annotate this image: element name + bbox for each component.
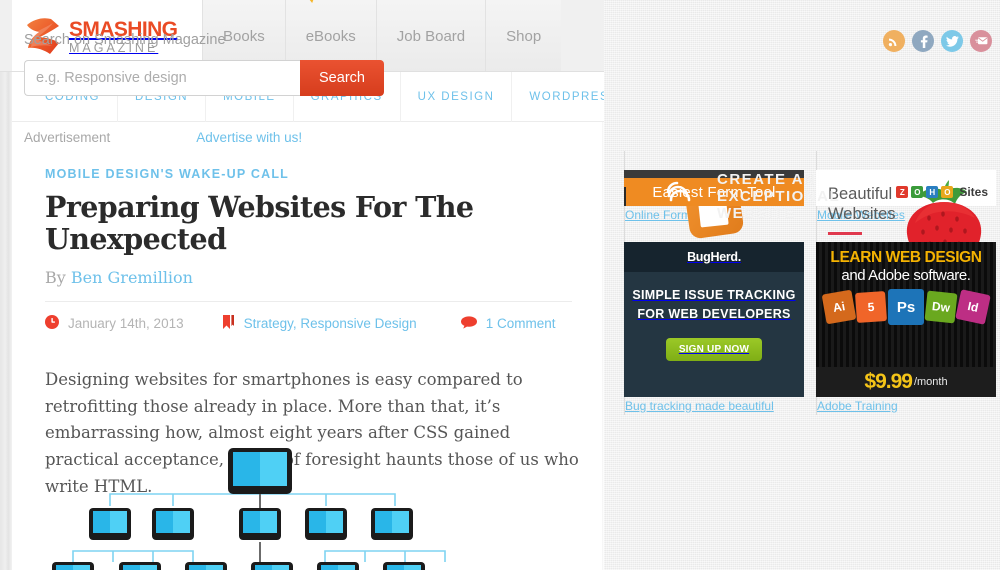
html5-icon: 5 <box>854 290 888 324</box>
facebook-icon[interactable] <box>912 30 934 52</box>
ad-row-bottom: BugHerd. SIMPLE ISSUE TRACKING FOR WEB D… <box>624 223 996 415</box>
adobe-product-icons: Ai 5 Ps Dw Id <box>820 287 992 327</box>
adobe-creative: LEARN WEB DESIGN and Adobe software. Ai … <box>816 242 996 397</box>
page-left-gutter <box>0 0 12 570</box>
comments-link[interactable]: 1 Comment <box>486 316 556 331</box>
zoho-creative: Beautiful Websites Z O H O Sites <box>816 170 996 266</box>
rss-icon[interactable] <box>883 30 905 52</box>
article-categories[interactable]: Strategy, Responsive Design <box>244 316 417 331</box>
adobe-price-bar: $9.99 /month <box>816 366 996 397</box>
ad-squarespace[interactable]: CREATE AN EXCEPTIONAL WEBSITE <box>624 171 838 222</box>
topnav-label: Shop <box>506 27 542 45</box>
page-title: Preparing Websites For The Unexpected <box>45 190 474 256</box>
meta-comments-group: 1 Comment <box>460 316 556 332</box>
article-byline: By Ben Gremillion <box>45 268 604 287</box>
tree-node-level3 <box>52 562 425 570</box>
bugherd-copy: SIMPLE ISSUE TRACKING FOR WEB DEVELOPERS <box>624 286 804 325</box>
zoho-chip-1: Z <box>896 186 909 198</box>
zoho-brand-lockup: Z O H O Sites <box>896 185 988 199</box>
advertisement-header: Advertisement Advertise with us! <box>24 130 384 145</box>
illustrator-icon: Ai <box>821 289 857 325</box>
newsletter-icon[interactable] <box>970 30 992 52</box>
clock-icon <box>45 315 59 332</box>
adobe-headline-line2: and Adobe software. <box>841 267 971 284</box>
zoho-chip-4: O <box>941 186 954 198</box>
ad-adobe-training[interactable]: LEARN WEB DESIGN and Adobe software. Ai … <box>816 223 996 415</box>
search-input[interactable] <box>24 60 300 96</box>
ad-cell-adobe: LEARN WEB DESIGN and Adobe software. Ai … <box>816 223 996 415</box>
search-label: Search on Smashing Magazine <box>24 32 226 48</box>
bugherd-brand: BugHerd. <box>624 242 804 272</box>
byline-prefix: By <box>45 267 66 287</box>
topnav-label: eBooks <box>305 27 356 45</box>
advertisement-label: Advertisement <box>24 130 111 145</box>
topnav-item-job-board[interactable]: Job Board <box>375 0 486 72</box>
ad-cell-zoho: Beautiful Websites Z O H O Sites Mobile … <box>816 151 996 266</box>
bugherd-cta-button[interactable]: SIGN UP NOW <box>666 337 762 361</box>
mascot-icon <box>306 0 360 24</box>
ad-caption-adobe[interactable]: Adobe Training <box>817 399 898 413</box>
topnav-item-shop[interactable]: Shop <box>485 0 562 72</box>
topnav-label: Job Board <box>396 27 466 45</box>
photoshop-icon: Ps <box>888 289 924 325</box>
ad-bugherd[interactable]: BugHerd. SIMPLE ISSUE TRACKING FOR WEB D… <box>624 223 804 415</box>
advertise-with-us-link[interactable]: Advertise with us! <box>196 130 302 145</box>
catnav-label: UX DESIGN <box>417 90 495 103</box>
social-links <box>883 30 992 52</box>
adobe-headline-line1: LEARN WEB DESIGN <box>830 249 982 266</box>
article-kicker: MOBILE DESIGN'S WAKE-UP CALL <box>45 167 289 181</box>
bugherd-copy-line2: FOR WEB DEVELOPERS <box>637 307 791 322</box>
tree-node-level2 <box>89 508 413 540</box>
tree-node-root <box>228 448 292 494</box>
adobe-price: $9.99 <box>864 369 913 393</box>
indesign-icon: Id <box>955 289 991 325</box>
comment-icon <box>460 316 477 332</box>
search-button[interactable]: Search <box>300 60 384 96</box>
search-form: Search <box>24 60 384 96</box>
advertisement-area: JotForm Easiest Form Tool Online Form Bu… <box>624 151 996 415</box>
article-meta: January 14th, 2013 Strategy, Responsive … <box>45 314 604 333</box>
author-link[interactable]: Ben Gremillion <box>71 268 193 287</box>
meta-categories-group: Strategy, Responsive Design <box>222 314 417 333</box>
site-tree-diagram <box>45 440 565 570</box>
article-date: January 14th, 2013 <box>68 316 184 332</box>
zoho-brand-text: Sites <box>959 185 988 199</box>
bugherd-copy-line1: SIMPLE ISSUE TRACKING <box>632 288 796 302</box>
ad-caption-bugherd[interactable]: Bug tracking made beautiful <box>625 399 774 413</box>
ad-cell-bugherd: BugHerd. SIMPLE ISSUE TRACKING FOR WEB D… <box>624 223 804 415</box>
twitter-icon[interactable] <box>941 30 963 52</box>
catnav-item-ux-design[interactable]: UX DESIGN <box>401 71 513 122</box>
adobe-price-period: /month <box>913 375 948 388</box>
dreamweaver-icon: Dw <box>924 290 958 324</box>
zoho-chip-3: H <box>926 186 939 198</box>
browser-page: SMASHING MAGAZINE Books eBooks Job Board… <box>0 0 1000 570</box>
bugherd-creative: BugHerd. SIMPLE ISSUE TRACKING FOR WEB D… <box>624 242 804 397</box>
meta-date-group: January 14th, 2013 <box>45 315 184 332</box>
zoho-chip-2: O <box>911 186 924 198</box>
ad-zoho-sites[interactable]: Beautiful Websites Z O H O Sites <box>816 151 996 266</box>
meta-divider <box>45 300 572 302</box>
topnav-label: Books <box>223 27 265 45</box>
bookmark-icon <box>222 314 235 333</box>
